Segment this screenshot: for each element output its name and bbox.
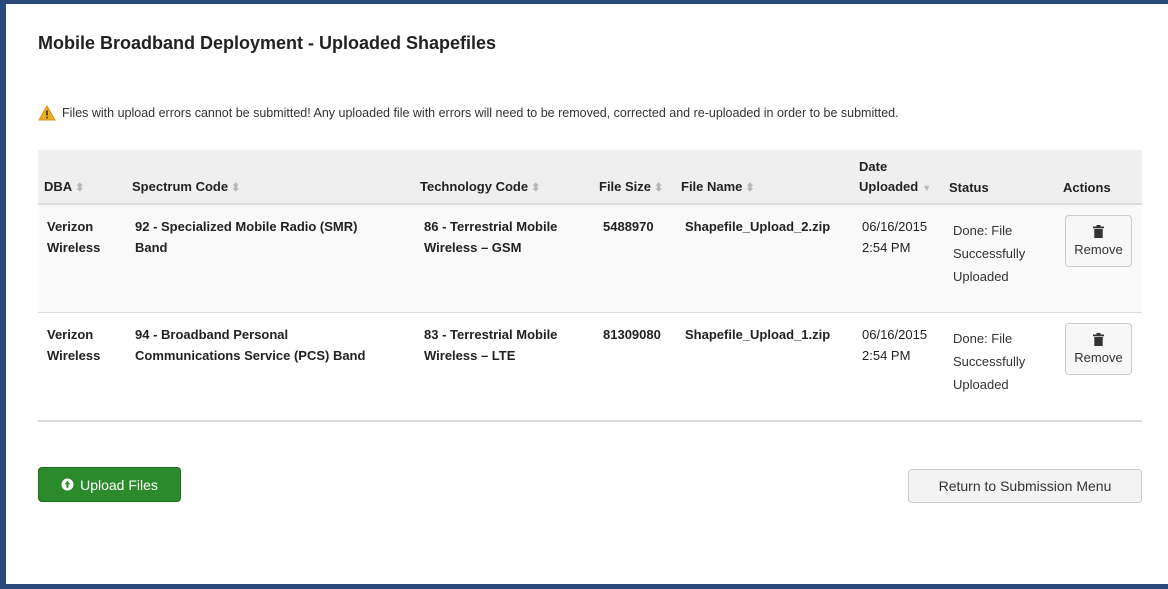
trash-icon [1093,333,1104,346]
table-header: DBA ⬍ Spectrum Code ⬍ Technology Code ⬍ Fil… [38,150,1142,205]
sort-icon[interactable]: ⬍ [654,182,663,194]
return-to-submission-menu-button[interactable]: Return to Submission Menu [908,469,1142,503]
column-header-date-uploaded[interactable]: Date Uploaded ▼ [859,157,931,198]
page-title: Mobile Broadband Deployment - Uploaded S… [38,33,497,53]
sort-icon[interactable]: ⬍ [745,182,754,194]
window-frame-top [0,0,1168,4]
remove-button[interactable]: Remove [1065,215,1132,267]
sort-icon[interactable]: ⬍ [531,182,540,194]
spectrum-code-cell: 92 - Specialized Mobile Radio (SMR) Band [135,219,358,255]
date-uploaded-cell: 06/16/2015 2:54 PM [862,219,928,255]
column-header-file-size[interactable]: File Size ⬍ [599,177,663,198]
warning-text: Files with upload errors cannot be submi… [62,106,899,120]
window-frame-bottom [0,584,1168,589]
technology-code-cell: 86 - Terrestrial Mobile Wireless – GSM [424,219,558,255]
warning-triangle-icon [38,105,56,121]
table-row: Verizon Wireless 92 - Specialized Mobile … [38,205,1142,313]
spectrum-code-cell: 94 - Broadband Personal Communications Se… [135,327,366,363]
file-size-cell: 5488970 [603,219,654,234]
column-header-status: Status [949,180,989,195]
dba-cell: Verizon Wireless [47,327,101,363]
sort-descending-icon[interactable]: ▼ [922,183,931,193]
column-header-actions: Actions [1063,180,1111,195]
upload-files-button[interactable]: Upload Files [38,467,181,502]
section-divider [38,420,1142,422]
upload-circle-icon [61,478,74,491]
dba-cell: Verizon Wireless [47,219,101,255]
status-cell: Done: File Successfully Uploaded [953,223,1026,284]
technology-code-cell: 83 - Terrestrial Mobile Wireless – LTE [424,327,558,363]
window-frame-left [0,0,6,589]
column-header-spectrum-code[interactable]: Spectrum Code ⬍ [132,177,240,198]
trash-icon [1093,225,1104,238]
file-name-cell: Shapefile_Upload_1.zip [685,327,831,342]
sort-icon[interactable]: ⬍ [75,182,84,194]
status-cell: Done: File Successfully Uploaded [953,331,1026,392]
sort-icon[interactable]: ⬍ [231,182,240,194]
column-header-dba[interactable]: DBA ⬍ [44,177,84,198]
remove-button[interactable]: Remove [1065,323,1132,375]
file-size-cell: 81309080 [603,327,661,342]
table-row: Verizon Wireless 94 - Broadband Personal C… [38,313,1142,421]
date-uploaded-cell: 06/16/2015 2:54 PM [862,327,928,363]
file-name-cell: Shapefile_Upload_2.zip [685,219,831,234]
column-header-file-name[interactable]: File Name ⬍ [681,177,755,198]
warning-message: Files with upload errors cannot be submi… [38,104,899,122]
column-header-technology-code[interactable]: Technology Code ⬍ [420,177,540,198]
